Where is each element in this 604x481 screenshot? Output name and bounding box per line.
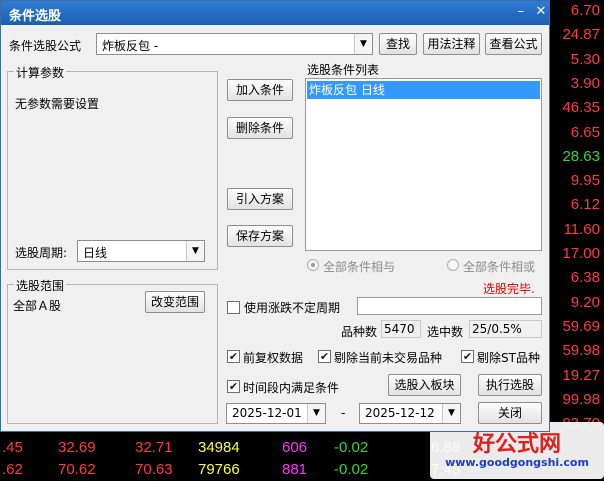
- background-quote-cell: 70.63: [135, 461, 173, 478]
- change-range-button[interactable]: 改变范围: [145, 291, 205, 313]
- background-quote-cell: .45: [2, 439, 23, 456]
- background-quote-cell: -0.02: [334, 461, 369, 478]
- background-quote-cell: -0.02: [334, 439, 369, 456]
- selected-label: 选中数: [427, 325, 464, 339]
- range-value: 全部Ａ股: [13, 299, 62, 313]
- radio-all-and[interactable]: [307, 259, 319, 271]
- background-price: 19.27: [562, 366, 600, 384]
- background-price: 17.00: [562, 245, 600, 262]
- add-condition-button[interactable]: 加入条件: [227, 79, 293, 101]
- period-input[interactable]: [357, 297, 542, 315]
- radio-all-or-label: 全部条件相或: [463, 260, 536, 274]
- range-title: 选股范围: [14, 277, 67, 294]
- chevron-down-icon[interactable]: ▼: [442, 404, 460, 423]
- close-icon[interactable]: ✕: [533, 4, 549, 20]
- date-from-value: 2025-12-01: [232, 406, 302, 420]
- period-select[interactable]: 日线 ▼: [77, 240, 205, 262]
- use-period-checkbox[interactable]: [227, 301, 240, 314]
- background-quote-cell: 881: [282, 461, 308, 478]
- view-formula-button[interactable]: 查看公式: [485, 33, 542, 55]
- time-range-label: 时间段内满足条件: [243, 381, 340, 395]
- background-price: 11.60: [563, 220, 600, 238]
- background-price: 6.70: [570, 2, 600, 19]
- count-label: 品种数: [341, 325, 378, 339]
- background-price: 6.12: [570, 196, 600, 214]
- background-price: 3.90: [570, 74, 600, 92]
- delete-condition-button[interactable]: 删除条件: [227, 117, 293, 139]
- close-button[interactable]: 关闭: [478, 402, 542, 424]
- rm-st-label: 剔除ST品种: [477, 351, 540, 365]
- watermark-url: www.goodgongshi.com: [445, 456, 589, 469]
- execute-button[interactable]: 执行选股: [478, 374, 542, 396]
- radio-all-and-label: 全部条件相与: [323, 260, 396, 274]
- formula-label: 条件选股公式: [9, 39, 82, 53]
- to-board-button[interactable]: 选股入板块: [388, 374, 461, 396]
- period-select-value: 日线: [83, 246, 108, 260]
- condition-list[interactable]: 炸板反包 日线: [305, 78, 542, 251]
- date-to-value: 2025-12-12: [365, 406, 435, 420]
- condition-stock-selection-dialog: 条件选股 – ✕ 条件选股公式 炸板反包 - ▼ 查找 用法注释 查看公式 计算…: [0, 0, 550, 432]
- rm-untraded-label: 剔除当前未交易品种: [334, 351, 443, 365]
- time-range-checkbox[interactable]: ✔: [227, 380, 240, 393]
- rm-st-checkbox[interactable]: ✔: [461, 350, 474, 363]
- background-price: 99.98: [562, 390, 600, 408]
- minimize-icon[interactable]: –: [513, 4, 529, 20]
- background-price: 24.87: [562, 26, 600, 44]
- background-price: 6.65: [570, 123, 600, 141]
- find-button[interactable]: 查找: [379, 33, 417, 55]
- background-price: 5.30: [570, 50, 600, 68]
- background-price: 46.35: [562, 99, 600, 117]
- import-scheme-button[interactable]: 引入方案: [227, 188, 293, 210]
- background-price: 6.38: [570, 269, 600, 287]
- background-price: 28.63: [562, 147, 600, 165]
- condition-list-item[interactable]: 炸板反包 日线: [307, 81, 540, 99]
- background-price: 59.98: [562, 342, 600, 360]
- count-value: 5470: [384, 322, 415, 336]
- background-price: 59.69: [562, 317, 600, 335]
- calc-params-title: 计算参数: [14, 64, 67, 81]
- date-from-picker[interactable]: 2025-12-01 ▼: [226, 403, 326, 424]
- selected-value: 25/0.5%: [472, 322, 522, 336]
- rm-untraded-checkbox[interactable]: ✔: [318, 350, 331, 363]
- background-price: 9.95: [570, 172, 600, 190]
- fq-label: 前复权数据: [243, 351, 304, 365]
- background-quote-cell: 32.69: [58, 439, 96, 456]
- use-period-label: 使用涨跌不定周期: [244, 301, 341, 315]
- date-to-picker[interactable]: 2025-12-12 ▼: [359, 403, 461, 424]
- title-bar[interactable]: 条件选股 – ✕: [1, 1, 549, 25]
- period-label: 选股周期:: [15, 246, 68, 260]
- chevron-down-icon[interactable]: ▼: [307, 404, 325, 423]
- background-quote-cell: 34984: [198, 439, 240, 456]
- no-params-text: 无参数需要设置: [15, 97, 100, 111]
- fq-checkbox[interactable]: ✔: [227, 350, 240, 363]
- formula-select-value: 炸板反包 -: [102, 39, 159, 53]
- background-quote-cell: 606: [282, 439, 308, 456]
- usage-notes-button[interactable]: 用法注释: [423, 33, 480, 55]
- background-price: 9.20: [570, 293, 600, 311]
- formula-select[interactable]: 炸板反包 - ▼: [96, 33, 373, 55]
- dialog-title: 条件选股: [9, 9, 62, 24]
- condition-list-title: 选股条件列表: [307, 63, 380, 77]
- background-quote-cell: 32.71: [135, 439, 173, 456]
- background-quote-cell: 79766: [198, 461, 240, 478]
- chevron-down-icon[interactable]: ▼: [354, 34, 372, 54]
- radio-all-or[interactable]: [447, 259, 459, 271]
- selected-field: 25/0.5%: [469, 320, 542, 338]
- background-quote-cell: .62: [2, 461, 23, 478]
- date-separator: -: [341, 406, 346, 420]
- status-text: 选股完毕.: [483, 282, 535, 296]
- count-field: 5470: [381, 320, 421, 338]
- background-quote-cell: 70.62: [58, 461, 96, 478]
- chevron-down-icon[interactable]: ▼: [186, 241, 204, 261]
- save-scheme-button[interactable]: 保存方案: [227, 225, 293, 247]
